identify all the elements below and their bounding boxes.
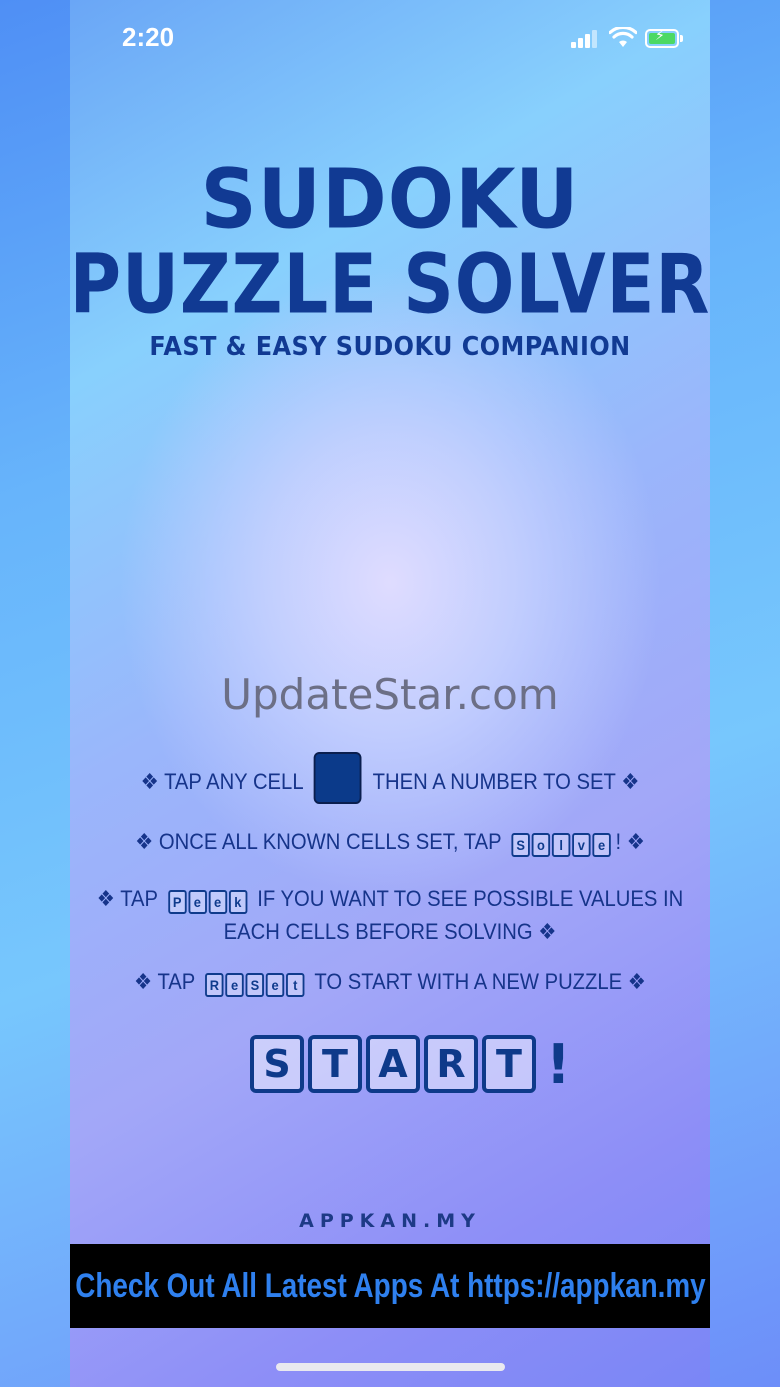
instruction-text: ONCE ALL KNOWN CELLS SET, TAP	[158, 829, 502, 854]
sample-cell-icon	[313, 752, 362, 804]
peek-word-logo: Peek	[167, 884, 248, 916]
instruction-peek: ❖ TAP Peek IF YOU WANT TO SEE POSSIBLE V…	[96, 883, 685, 948]
instruction-tap-cell: ❖ TAP ANY CELL THEN A NUMBER TO SET ❖	[96, 752, 685, 804]
instruction-text: THEN A NUMBER TO SET	[372, 768, 616, 794]
bullet: ❖	[135, 829, 154, 854]
instruction-text: TAP	[157, 969, 195, 994]
start-letter: R	[424, 1035, 478, 1093]
reset-word-logo: ReSet	[204, 967, 305, 999]
instruction-text: IF YOU WANT TO SEE POSSIBLE VALUES IN	[257, 886, 684, 911]
wifi-icon	[609, 27, 637, 47]
promo-banner[interactable]: Check Out All Latest Apps At https://app…	[70, 1244, 710, 1328]
instruction-text: !	[615, 829, 622, 854]
start-letter: T	[308, 1035, 362, 1093]
title-line-2: PUZZLE SOLVER	[69, 237, 711, 333]
start-letter: S	[250, 1035, 304, 1093]
instruction-text: EACH CELLS BEFORE SOLVING	[223, 919, 533, 945]
instruction-solve: ❖ ONCE ALL KNOWN CELLS SET, TAP Solve ! …	[96, 826, 685, 859]
signal-bars-icon	[571, 30, 599, 48]
bullet: ❖	[140, 768, 159, 794]
brand-link[interactable]: APPKAN.MY	[0, 1210, 780, 1232]
battery-charging-icon: ⚡	[645, 28, 683, 48]
bullet: ❖	[621, 768, 640, 794]
bullet: ❖	[626, 829, 645, 854]
instruction-reset: ❖ TAP ReSet TO START WITH A NEW PUZZLE ❖	[96, 966, 685, 999]
instruction-text: TAP ANY CELL	[164, 768, 303, 794]
instruction-text: TAP	[120, 886, 158, 911]
start-exclamation: !	[546, 1032, 571, 1096]
start-letter: T	[482, 1035, 536, 1093]
bullet: ❖	[134, 969, 153, 994]
watermark: UpdateStar.com	[221, 670, 559, 719]
solve-word-logo: Solve	[511, 827, 612, 859]
phone-screen: 2:20 ⚡ SUDOKU PUZZLE SOLVER FAST & EASY …	[0, 0, 780, 1387]
title-line-1: SUDOKU	[200, 152, 580, 248]
subtitle: FAST & EASY SUDOKU COMPANION	[149, 332, 631, 362]
home-indicator[interactable]	[276, 1363, 505, 1371]
status-time: 2:20	[122, 22, 175, 52]
start-button[interactable]: S T A R T !	[250, 1032, 571, 1096]
bullet: ❖	[96, 886, 115, 911]
start-letter: A	[366, 1035, 420, 1093]
bullet: ❖	[538, 919, 557, 945]
bullet: ❖	[627, 969, 646, 994]
instruction-text: TO START WITH A NEW PUZZLE	[314, 969, 623, 994]
banner-text: Check Out All Latest Apps At https://app…	[74, 1266, 706, 1305]
